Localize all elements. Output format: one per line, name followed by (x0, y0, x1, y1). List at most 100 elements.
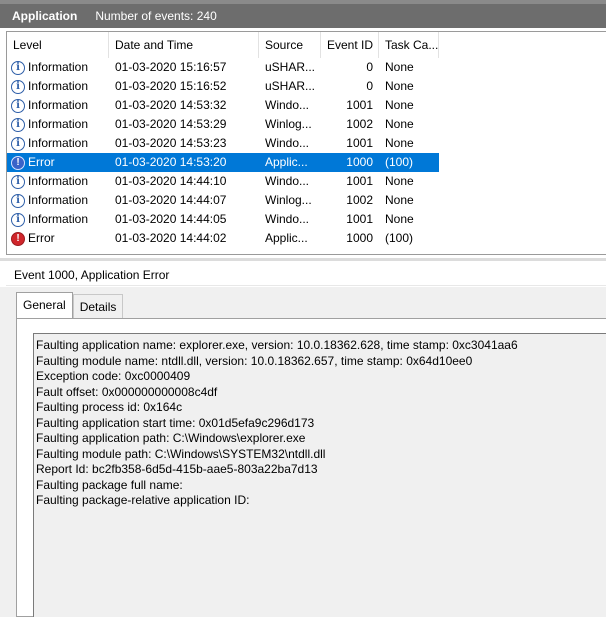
event-task-cell: None (385, 60, 414, 74)
event-row[interactable]: i Information 01-03-2020 14:44:05 Windo... 1… (7, 210, 439, 229)
tab-general[interactable]: General (16, 292, 73, 318)
error-icon: ! (11, 155, 25, 170)
information-icon: i (11, 60, 25, 75)
event-source-cell: Windo... (265, 174, 310, 188)
log-name: Application (12, 9, 78, 23)
event-date-cell: 01-03-2020 15:16:57 (115, 60, 227, 74)
event-level-text: Information (28, 98, 89, 112)
description-line: Faulting process id: 0x164c (36, 400, 183, 414)
event-task-cell: None (385, 136, 414, 150)
event-list-header: Level Date and Time Source Event ID Task… (7, 32, 606, 58)
column-header-task-category[interactable]: Task Ca... (379, 32, 439, 58)
event-date-cell: 01-03-2020 14:44:07 (115, 193, 227, 207)
event-date-cell: 01-03-2020 14:44:02 (115, 231, 227, 245)
event-task-cell: None (385, 212, 414, 226)
event-level-cell: i Information (7, 58, 109, 77)
event-source-cell: uSHAR... (265, 79, 316, 93)
information-icon: i (11, 212, 25, 227)
event-level-text: Information (28, 174, 89, 188)
event-task-cell: None (385, 174, 414, 188)
event-row[interactable]: i Information 01-03-2020 15:16:57 uSHAR... 0… (7, 58, 439, 77)
description-line: Faulting application start time: 0x01d5e… (36, 415, 315, 430)
event-level-cell: ! Error (7, 153, 109, 172)
event-source-cell: Windo... (265, 136, 310, 150)
event-source-cell: Windo... (265, 212, 310, 226)
event-description-text[interactable]: Faulting application name: explorer.exe,… (33, 333, 606, 617)
event-id-cell: 1001 (346, 136, 373, 150)
event-level-cell: i Information (7, 134, 109, 153)
event-id-cell: 1002 (346, 193, 373, 207)
event-task-cell: None (385, 98, 414, 112)
description-line: Faulting module name: ntdll.dll, version… (36, 353, 473, 368)
event-detail-pane: General Details Faulting application nam… (0, 287, 606, 617)
event-date-cell: 01-03-2020 14:44:05 (115, 212, 227, 226)
information-icon: i (11, 98, 25, 113)
event-date-cell: 01-03-2020 14:53:23 (115, 136, 227, 150)
event-id-cell: 1001 (346, 174, 373, 188)
event-level-cell: i Information (7, 210, 109, 229)
description-line: Faulting module path: C:\Windows\SYSTEM3… (36, 446, 326, 461)
event-task-cell: None (385, 193, 414, 207)
description-line: Faulting application path: C:\Windows\ex… (36, 431, 306, 445)
error-icon: ! (11, 231, 25, 246)
column-header-date[interactable]: Date and Time (109, 32, 259, 58)
event-row[interactable]: i Information 01-03-2020 15:16:52 uSHAR... 0… (7, 77, 439, 96)
event-list[interactable]: Level Date and Time Source Event ID Task… (6, 31, 606, 255)
event-count: Number of events: 240 (95, 9, 217, 23)
event-task-cell: (100) (385, 155, 414, 169)
description-line: Report Id: bc2fb358-6d5d-415b-aae5-803a2… (36, 462, 318, 476)
event-level-cell: i Information (7, 115, 109, 134)
event-row[interactable]: ! Error 01-03-2020 14:53:20 Applic... 1000 (1… (7, 153, 439, 172)
event-id-cell: 0 (366, 60, 373, 74)
event-detail-title: Event 1000, Application Error (6, 264, 606, 286)
event-task-cell: None (385, 79, 414, 93)
event-row[interactable]: i Information 01-03-2020 14:44:10 Windo... 1… (7, 172, 439, 191)
event-level-text: Information (28, 79, 89, 93)
event-level-text: Information (28, 136, 89, 150)
event-source-cell: Windo... (265, 98, 310, 112)
log-title-bar: Application Number of events: 240 (0, 0, 606, 28)
description-line: Faulting package full name: (36, 477, 183, 492)
event-task-cell: None (385, 117, 414, 131)
information-icon: i (11, 117, 25, 132)
event-id-cell: 0 (366, 79, 373, 93)
event-rows: i Information 01-03-2020 15:16:57 uSHAR... 0… (7, 58, 606, 248)
event-row[interactable]: i Information 01-03-2020 14:53:23 Windo... 1… (7, 134, 439, 153)
event-source-cell: uSHAR... (265, 60, 316, 74)
information-icon: i (11, 136, 25, 151)
event-row[interactable]: i Information 01-03-2020 14:53:32 Windo... 1… (7, 96, 439, 115)
event-level-cell: i Information (7, 77, 109, 96)
event-row[interactable]: i Information 01-03-2020 14:44:07 Winlog...… (7, 191, 439, 210)
event-level-text: Information (28, 117, 89, 131)
event-level-text: Error (28, 231, 55, 245)
column-header-level[interactable]: Level (7, 32, 109, 58)
column-header-source[interactable]: Source (259, 32, 321, 58)
event-date-cell: 01-03-2020 14:53:20 (115, 155, 227, 169)
event-level-text: Information (28, 193, 89, 207)
event-date-cell: 01-03-2020 14:53:29 (115, 117, 227, 131)
general-tab-panel: Faulting application name: explorer.exe,… (16, 318, 606, 617)
event-level-cell: ! Error (7, 229, 109, 248)
description-line: Exception code: 0xc0000409 (36, 369, 191, 383)
event-level-text: Information (28, 60, 89, 74)
event-id-cell: 1001 (346, 98, 373, 112)
event-row[interactable]: i Information 01-03-2020 14:53:29 Winlog...… (7, 115, 439, 134)
event-id-cell: 1000 (346, 155, 373, 169)
column-header-event-id[interactable]: Event ID (321, 32, 379, 58)
event-level-text: Information (28, 212, 89, 226)
event-level-cell: i Information (7, 191, 109, 210)
event-level-cell: i Information (7, 172, 109, 191)
event-task-cell: (100) (385, 231, 414, 245)
description-line: Fault offset: 0x000000000008c4df (36, 384, 218, 399)
description-line: Faulting application name: explorer.exe,… (36, 338, 518, 352)
information-icon: i (11, 174, 25, 189)
event-date-cell: 01-03-2020 14:53:32 (115, 98, 227, 112)
event-level-text: Error (28, 155, 55, 169)
event-date-cell: 01-03-2020 15:16:52 (115, 79, 227, 93)
event-source-cell: Winlog... (265, 193, 312, 207)
description-line: Faulting package-relative application ID… (36, 493, 250, 507)
event-row[interactable]: ! Error 01-03-2020 14:44:02 Applic... 1000 (1… (7, 229, 439, 248)
event-level-cell: i Information (7, 96, 109, 115)
tab-details[interactable]: Details (72, 294, 124, 318)
pane-splitter[interactable] (0, 258, 606, 261)
